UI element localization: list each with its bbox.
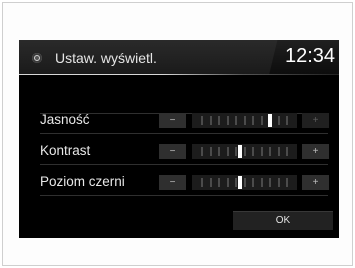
slider-tick — [269, 178, 271, 187]
slider-tick — [269, 147, 271, 156]
slider-tick — [286, 147, 288, 156]
slider-tick — [286, 178, 288, 187]
brightness-increase-button[interactable]: + — [302, 113, 329, 128]
slider-thumb[interactable] — [238, 176, 243, 189]
slider-tick — [201, 147, 203, 156]
header-divider — [19, 74, 339, 75]
slider-tick — [226, 116, 229, 125]
slider-tick — [201, 116, 203, 125]
contrast-label: Kontrast — [40, 143, 91, 158]
header-bar: Ustaw. wyświetl. 12:34 — [19, 40, 339, 75]
slider-tick — [277, 178, 280, 187]
slider-thumb[interactable] — [238, 145, 243, 158]
slider-tick — [218, 178, 220, 187]
contrast-slider[interactable] — [192, 144, 297, 159]
black-level-increase-button[interactable]: + — [302, 175, 329, 190]
slider-tick — [252, 147, 254, 156]
slider-tick — [243, 178, 246, 187]
slider-tick — [277, 147, 280, 156]
slider-tick — [260, 178, 263, 187]
slider-tick — [209, 147, 212, 156]
screen-title: Ustaw. wyświetl. — [55, 50, 157, 66]
black-level-label: Poziom czerni — [40, 174, 125, 189]
slider-tick — [235, 178, 237, 187]
slider-tick — [209, 116, 212, 125]
slider-tick — [252, 116, 254, 125]
brightness-decrease-button[interactable]: − — [159, 113, 186, 128]
slider-tick — [235, 116, 237, 125]
slider-tick — [243, 147, 246, 156]
slider-tick — [286, 116, 288, 125]
row-divider — [40, 195, 328, 196]
row-divider — [40, 133, 328, 134]
slider-tick — [218, 147, 220, 156]
black-level-slider[interactable] — [192, 175, 297, 190]
clock: 12:34 — [285, 45, 336, 67]
slider-thumb[interactable] — [268, 114, 272, 127]
row-divider — [40, 164, 328, 165]
slider-tick — [226, 147, 229, 156]
settings-icon — [32, 53, 42, 63]
slider-tick — [260, 147, 263, 156]
ok-button[interactable]: OK — [233, 211, 333, 230]
slider-tick — [243, 116, 246, 125]
contrast-decrease-button[interactable]: − — [159, 144, 186, 159]
slider-tick — [218, 116, 220, 125]
display-settings-screen: Ustaw. wyświetl. 12:34 Jasność − + Kontr… — [19, 40, 339, 238]
slider-tick — [235, 147, 237, 156]
slider-tick — [252, 178, 254, 187]
black-level-decrease-button[interactable]: − — [159, 175, 186, 190]
slider-tick — [226, 178, 229, 187]
slider-tick — [277, 116, 280, 125]
contrast-increase-button[interactable]: + — [302, 144, 329, 159]
brightness-label: Jasność — [40, 112, 90, 127]
slider-tick — [260, 116, 263, 125]
brightness-slider[interactable] — [192, 113, 297, 128]
slider-tick — [201, 178, 203, 187]
slider-tick — [209, 178, 212, 187]
